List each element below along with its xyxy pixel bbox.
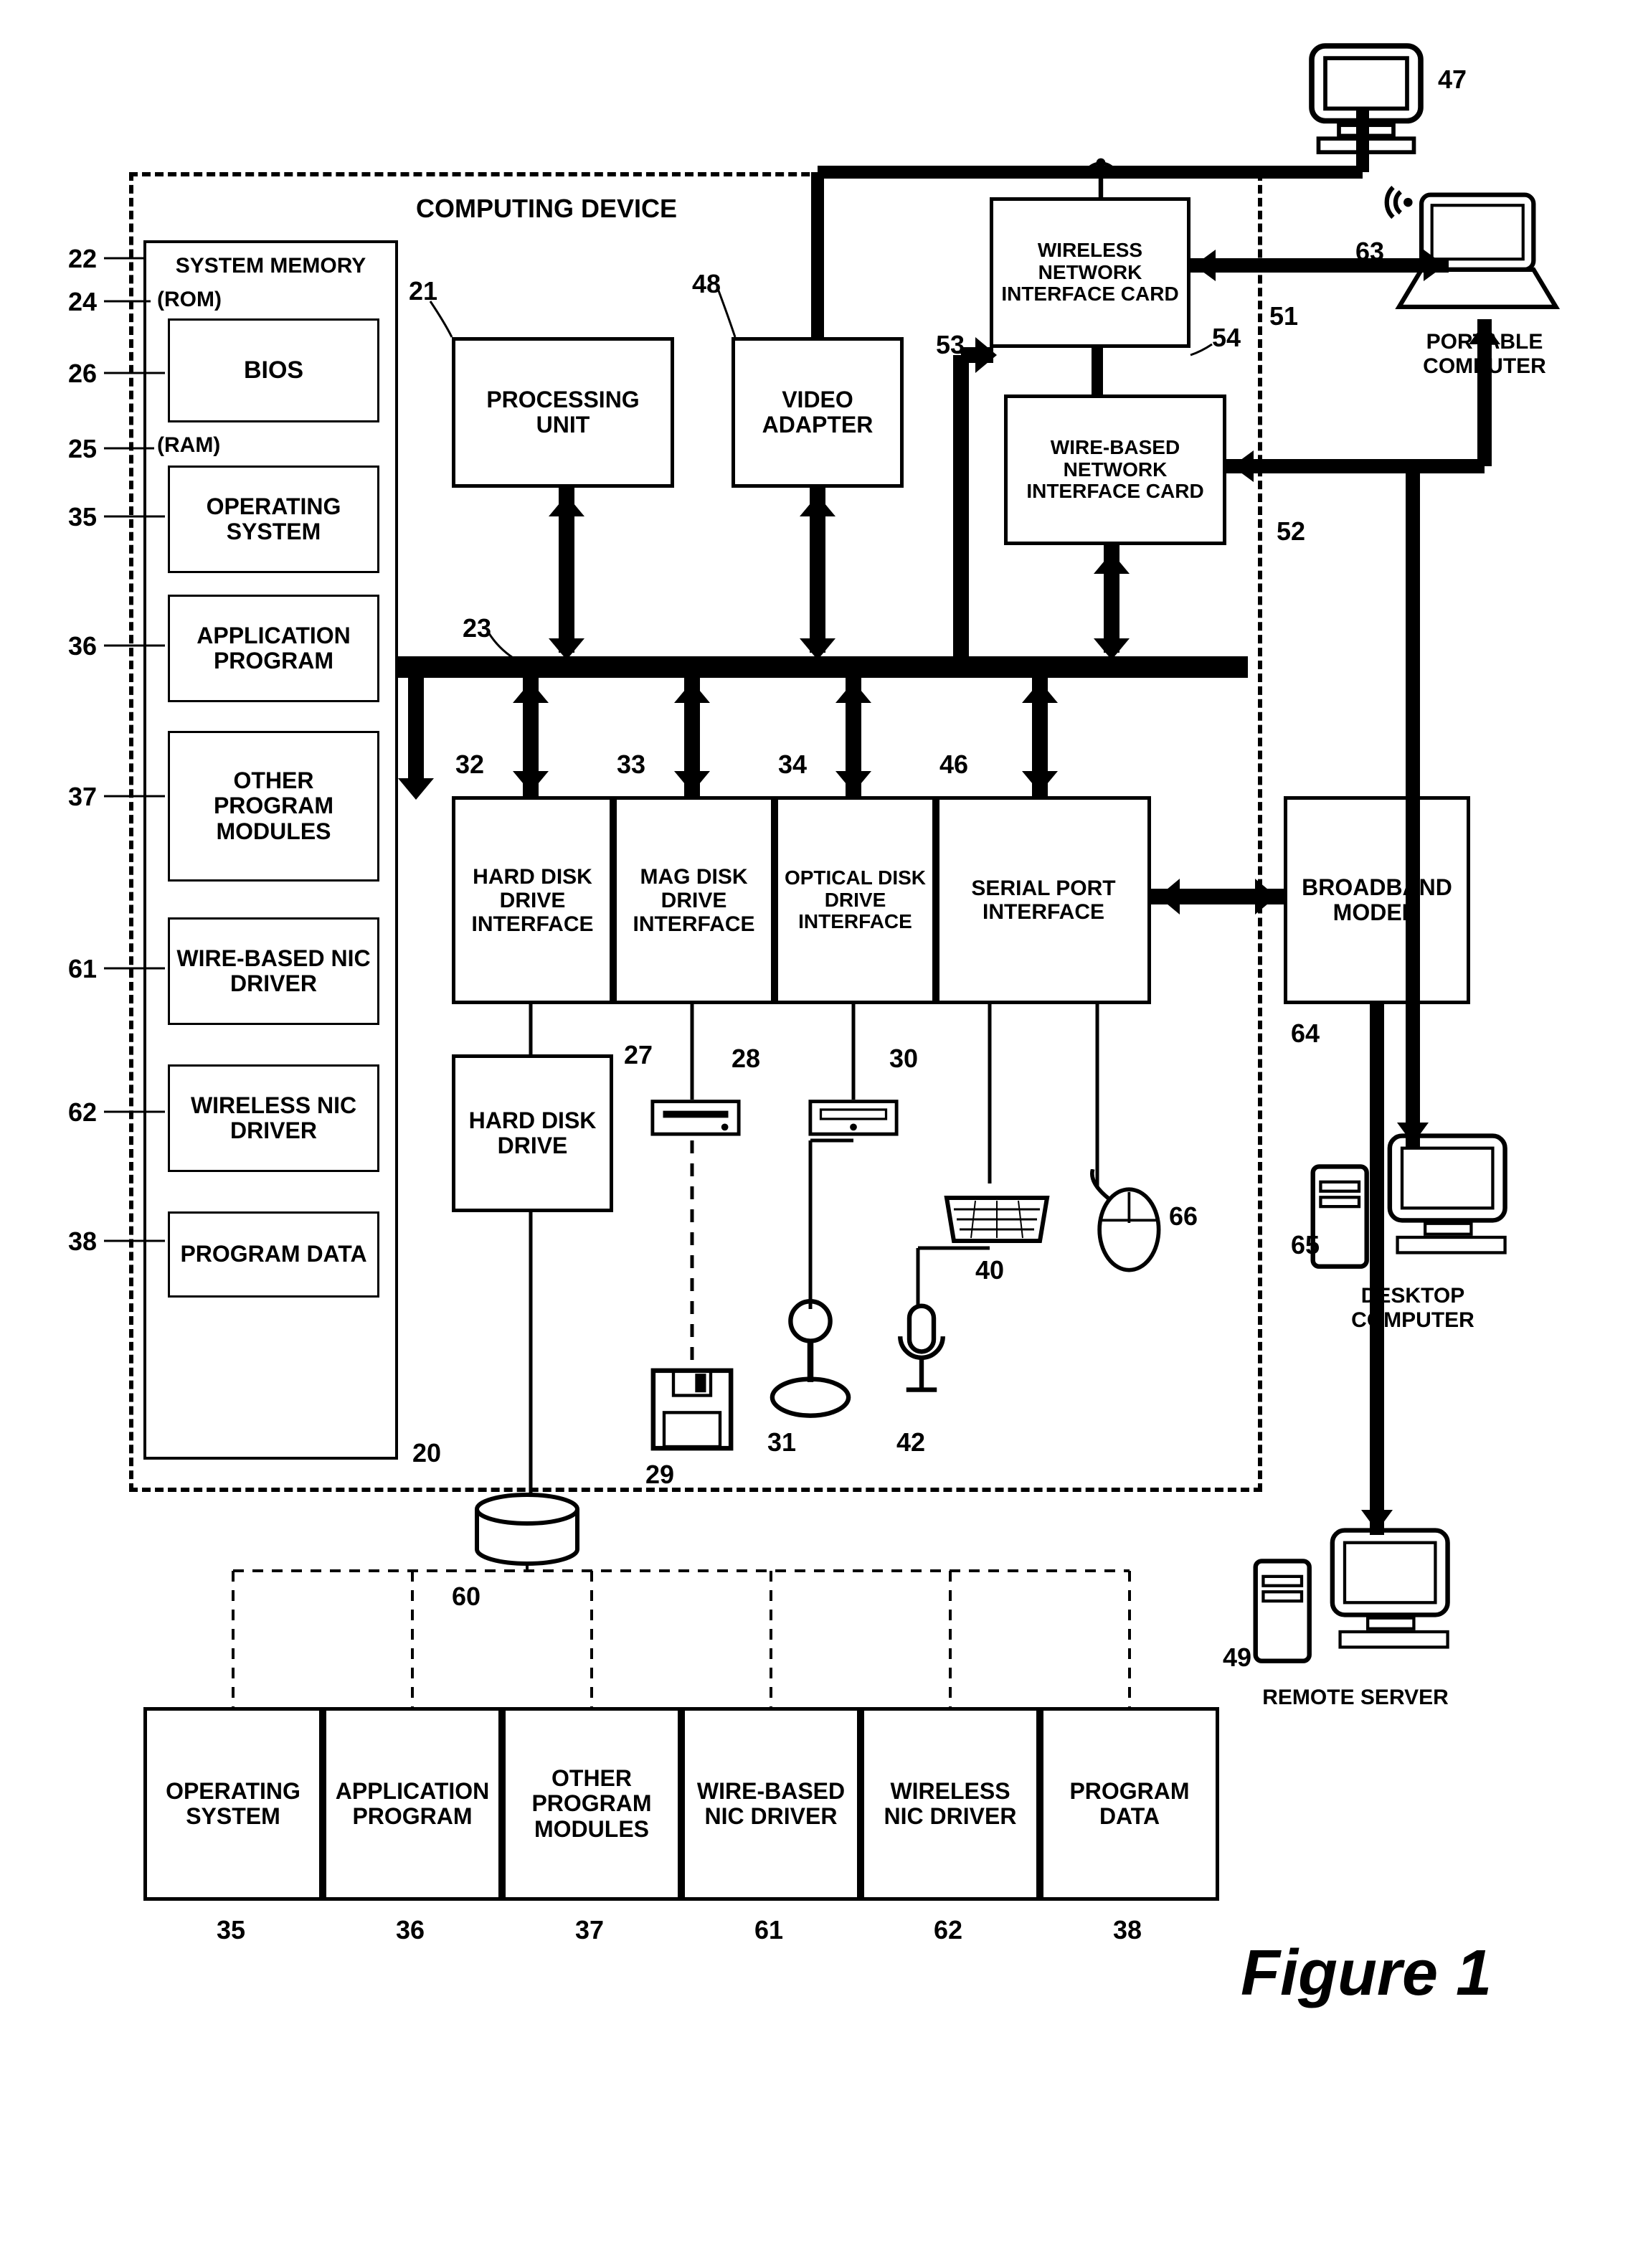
wiredrv-mem-box: WIRE-BASED NIC DRIVER (168, 917, 379, 1025)
remote-server-icon (1248, 1513, 1463, 1686)
desktop-computer-icon (1305, 1119, 1520, 1291)
ref-35b: 35 (217, 1915, 245, 1945)
ref-25: 25 (68, 434, 97, 464)
wirelessdrv-mem-box: WIRELESS NIC DRIVER (168, 1064, 379, 1172)
ref-66: 66 (1169, 1201, 1198, 1232)
ref-38b: 38 (1113, 1915, 1142, 1945)
video-adapter-box: VIDEO ADAPTER (732, 337, 904, 488)
broadband-box: BROADBAND MODEM (1284, 796, 1470, 1004)
app-storage-box: APPLICATION PROGRAM (323, 1707, 502, 1901)
ref-61: 61 (68, 954, 97, 984)
serial-if-box: SERIAL PORT INTERFACE (936, 796, 1151, 1004)
ref-54: 54 (1212, 323, 1241, 353)
ref-63: 63 (1355, 237, 1384, 267)
system-memory-title: SYSTEM MEMORY (153, 254, 388, 278)
ref-40: 40 (975, 1255, 1004, 1285)
ref-62b: 62 (934, 1915, 962, 1945)
bios-box: BIOS (168, 318, 379, 422)
app-mem-box: APPLICATION PROGRAM (168, 595, 379, 702)
optical-drive-icon (807, 1094, 900, 1144)
ref-53: 53 (936, 330, 965, 360)
ram-label: (RAM) (157, 433, 220, 457)
ref-52: 52 (1277, 516, 1305, 547)
hdd-if-box: HARD DISK DRIVE INTERFACE (452, 796, 613, 1004)
desktop-label: DESKTOP COMPUTER (1320, 1284, 1506, 1333)
ref-61b: 61 (754, 1915, 783, 1945)
pdata-mem-box: PROGRAM DATA (168, 1211, 379, 1298)
ref-46: 46 (939, 750, 968, 780)
ref-27: 27 (624, 1040, 653, 1070)
ref-35: 35 (68, 502, 97, 532)
ref-64: 64 (1291, 1019, 1320, 1049)
ref-31: 31 (767, 1427, 796, 1457)
ref-48: 48 (692, 269, 721, 299)
ref-24: 24 (68, 287, 97, 317)
portable-label: PORTABLE COMPUTER (1391, 330, 1578, 379)
ref-36b: 36 (396, 1915, 425, 1945)
rom-label: (ROM) (157, 288, 222, 311)
monitor-icon (1298, 32, 1434, 169)
pdata-storage-box: PROGRAM DATA (1040, 1707, 1219, 1901)
wireless-nic-box: WIRELESS NETWORK INTERFACE CARD (990, 197, 1190, 348)
ref-30: 30 (889, 1044, 918, 1074)
processing-unit-box: PROCESSING UNIT (452, 337, 674, 488)
ref-49: 49 (1223, 1643, 1251, 1673)
ref-62: 62 (68, 1097, 97, 1128)
antenna-icon (1072, 140, 1130, 197)
joystick-icon (764, 1298, 857, 1420)
ref-32: 32 (455, 750, 484, 780)
system-memory-box: SYSTEM MEMORY (ROM) BIOS (RAM) OPERATING… (143, 240, 398, 1460)
wire-storage-box: WIRE-BASED NIC DRIVER (681, 1707, 861, 1901)
wireless-storage-box: WIRELESS NIC DRIVER (861, 1707, 1040, 1901)
ref-23: 23 (463, 613, 491, 643)
mdd-if-box: MAG DISK DRIVE INTERFACE (613, 796, 775, 1004)
computing-device-label: COMPUTING DEVICE (416, 194, 677, 224)
ref-60: 60 (452, 1582, 480, 1612)
ref-65: 65 (1291, 1230, 1320, 1260)
ref-21: 21 (409, 276, 437, 306)
figure-title: Figure 1 (1241, 1937, 1492, 2011)
ref-34: 34 (778, 750, 807, 780)
ref-22: 22 (68, 244, 97, 274)
remote-label: REMOTE SERVER (1262, 1686, 1449, 1710)
hdd-box: HARD DISK DRIVE (452, 1054, 613, 1212)
ref-38: 38 (68, 1227, 97, 1257)
odd-if-box: OPTICAL DISK DRIVE INTERFACE (775, 796, 936, 1004)
ref-33: 33 (617, 750, 645, 780)
ref-47: 47 (1438, 65, 1467, 95)
wired-nic-box: WIRE-BASED NETWORK INTERFACE CARD (1004, 394, 1226, 545)
ref-20: 20 (412, 1438, 441, 1468)
microphone-icon (889, 1298, 954, 1420)
floppy-icon (645, 1363, 739, 1456)
portable-computer-icon (1384, 179, 1563, 330)
os-storage-box: OPERATING SYSTEM (143, 1707, 323, 1901)
cylinder-icon (470, 1492, 584, 1571)
keyboard-icon (939, 1180, 1054, 1259)
ref-26: 26 (68, 359, 97, 389)
os-mem-box: OPERATING SYSTEM (168, 466, 379, 573)
ref-29: 29 (645, 1460, 674, 1490)
mouse-icon (1079, 1169, 1165, 1277)
other-mem-box: OTHER PROGRAM MODULES (168, 731, 379, 882)
ref-42: 42 (896, 1427, 925, 1457)
ref-37b: 37 (575, 1915, 604, 1945)
ref-37: 37 (68, 782, 97, 812)
other-storage-box: OTHER PROGRAM MODULES (502, 1707, 681, 1901)
ref-28: 28 (732, 1044, 760, 1074)
ref-36: 36 (68, 631, 97, 661)
ref-51: 51 (1269, 301, 1298, 331)
mag-drive-icon (649, 1094, 742, 1144)
